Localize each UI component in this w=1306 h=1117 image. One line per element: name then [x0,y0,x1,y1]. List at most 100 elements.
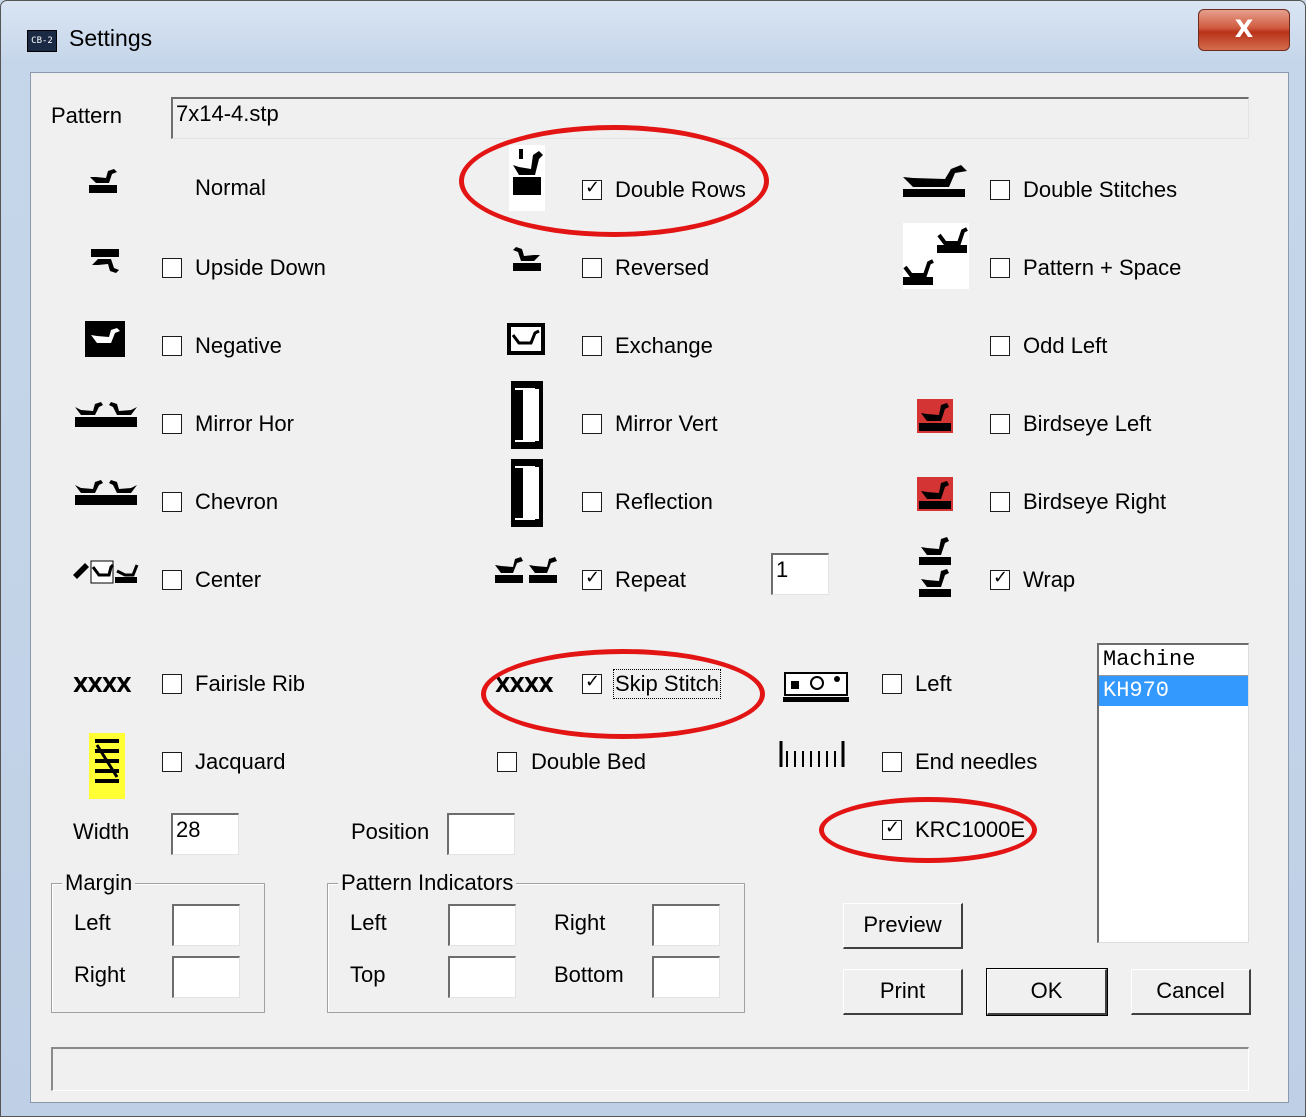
duck-mirror-hor-icon [75,402,137,427]
double-stitches-checkbox[interactable] [990,180,1010,200]
app-icon: CB-2 [27,30,57,52]
double-rows-highlight-ellipse [459,125,769,237]
double-bed-checkbox[interactable] [497,752,517,772]
fairisle-rib-icon: XXXX [73,673,132,697]
end-needles-label: End needles [915,749,1038,774]
carriage-icon [783,672,849,702]
indicator-top-field[interactable] [448,956,516,998]
indicator-left-label: Left [350,910,387,935]
center-checkbox[interactable] [162,570,182,590]
repeat-checkbox[interactable]: ✓ [582,567,602,590]
end-needles-checkbox[interactable] [882,752,902,772]
birdseye-left-label: Birdseye Left [1023,411,1152,436]
jacquard-checkbox[interactable] [162,752,182,772]
pattern-space-label: Pattern + Space [1023,255,1182,280]
birdseye-right-label: Birdseye Right [1023,489,1167,514]
skip-stitch-highlight-ellipse [481,649,765,739]
indicator-right-label: Right [554,910,606,935]
center-label: Center [195,567,262,592]
repeat-count-field[interactable]: 1 [771,553,829,595]
odd-left-label: Odd Left [1023,333,1108,358]
duck-reflection-icon [511,459,543,527]
mirror-hor-label: Mirror Hor [195,411,294,436]
margin-left-field[interactable] [172,904,240,946]
machine-listbox-header: Machine [1099,645,1248,676]
duck-chevron-icon [75,480,137,505]
window-title: Settings [69,25,153,51]
duck-wrap-icon [919,537,951,597]
margin-left-label: Left [74,910,111,935]
print-button[interactable]: Print [843,969,963,1015]
mirror-hor-checkbox[interactable] [162,414,182,434]
exchange-label: Exchange [615,333,713,358]
duck-birdseye-right-icon [917,477,953,511]
jacquard-icon [89,733,125,799]
normal-label: Normal [195,175,266,200]
carriage-left-label: Left [915,671,952,696]
width-label: Width [73,819,130,844]
wrap-label: Wrap [1023,567,1076,592]
margin-right-field[interactable] [172,956,240,998]
repeat-label: Repeat [615,567,686,592]
reversed-checkbox[interactable] [582,258,602,278]
duck-double-stitches-icon [903,165,967,197]
pattern-label: Pattern [51,103,122,128]
upside-down-checkbox[interactable] [162,258,182,278]
duck-reversed-icon [513,247,541,271]
dialog-client-area: Pattern 7x14-4.stp Normal Upside Down Ne… [30,72,1289,1103]
duck-upside-down-icon [91,249,119,273]
indicator-bottom-label: Bottom [554,962,624,987]
pattern-filename-field[interactable]: 7x14-4.stp [171,97,1249,139]
duck-exchange-icon [507,323,545,355]
reflection-label: Reflection [615,489,713,514]
machine-option-kh970[interactable]: KH970 [1099,676,1248,706]
preview-button[interactable]: Preview [843,903,963,949]
mirror-vert-label: Mirror Vert [615,411,718,436]
indicator-right-field[interactable] [652,904,720,946]
end-needles-icon [779,741,845,767]
width-field[interactable]: 28 [171,813,239,855]
mirror-vert-checkbox[interactable] [582,414,602,434]
duck-normal-icon [89,169,117,193]
chevron-label: Chevron [195,489,279,514]
indicator-top-label: Top [350,962,386,987]
wrap-checkbox[interactable]: ✓ [990,567,1010,590]
duck-repeat-icon [495,557,557,583]
reflection-checkbox[interactable] [582,492,602,512]
ok-button[interactable]: OK [986,968,1108,1016]
position-field[interactable] [447,813,515,855]
krc1000e-highlight-ellipse [819,797,1037,863]
position-label: Position [351,819,430,844]
duck-negative-icon [85,321,125,357]
double-stitches-label: Double Stitches [1023,177,1178,202]
odd-left-checkbox[interactable] [990,336,1010,356]
carriage-left-checkbox[interactable] [882,674,902,694]
duck-birdseye-left-icon [917,399,953,433]
cancel-button[interactable]: Cancel [1131,969,1251,1015]
exchange-checkbox[interactable] [582,336,602,356]
jacquard-label: Jacquard [195,749,286,774]
margin-group: Margin Left Right [51,870,265,1013]
indicator-bottom-field[interactable] [652,956,720,998]
birdseye-right-checkbox[interactable] [990,492,1010,512]
negative-checkbox[interactable] [162,336,182,356]
status-bar [51,1047,1249,1091]
negative-label: Negative [195,333,282,358]
margin-group-title: Margin [62,870,136,896]
pattern-indicators-title: Pattern Indicators [338,870,517,896]
pattern-indicators-group: Pattern Indicators Left Right Top Bottom [327,870,745,1013]
duck-center-icon [73,560,139,584]
close-button[interactable]: X [1198,9,1290,51]
indicator-left-field[interactable] [448,904,516,946]
pattern-space-checkbox[interactable] [990,258,1010,278]
duck-mirror-vert-icon [511,381,543,449]
upside-down-label: Upside Down [195,255,326,280]
fairisle-rib-checkbox[interactable] [162,674,182,694]
duck-pattern-space-icon [903,223,969,289]
margin-right-label: Right [74,962,126,987]
birdseye-left-checkbox[interactable] [990,414,1010,434]
chevron-checkbox[interactable] [162,492,182,512]
machine-listbox[interactable]: Machine KH970 [1097,643,1249,943]
double-bed-label: Double Bed [531,749,646,774]
title-bar[interactable]: CB-2 Settings X [1,1,1306,71]
